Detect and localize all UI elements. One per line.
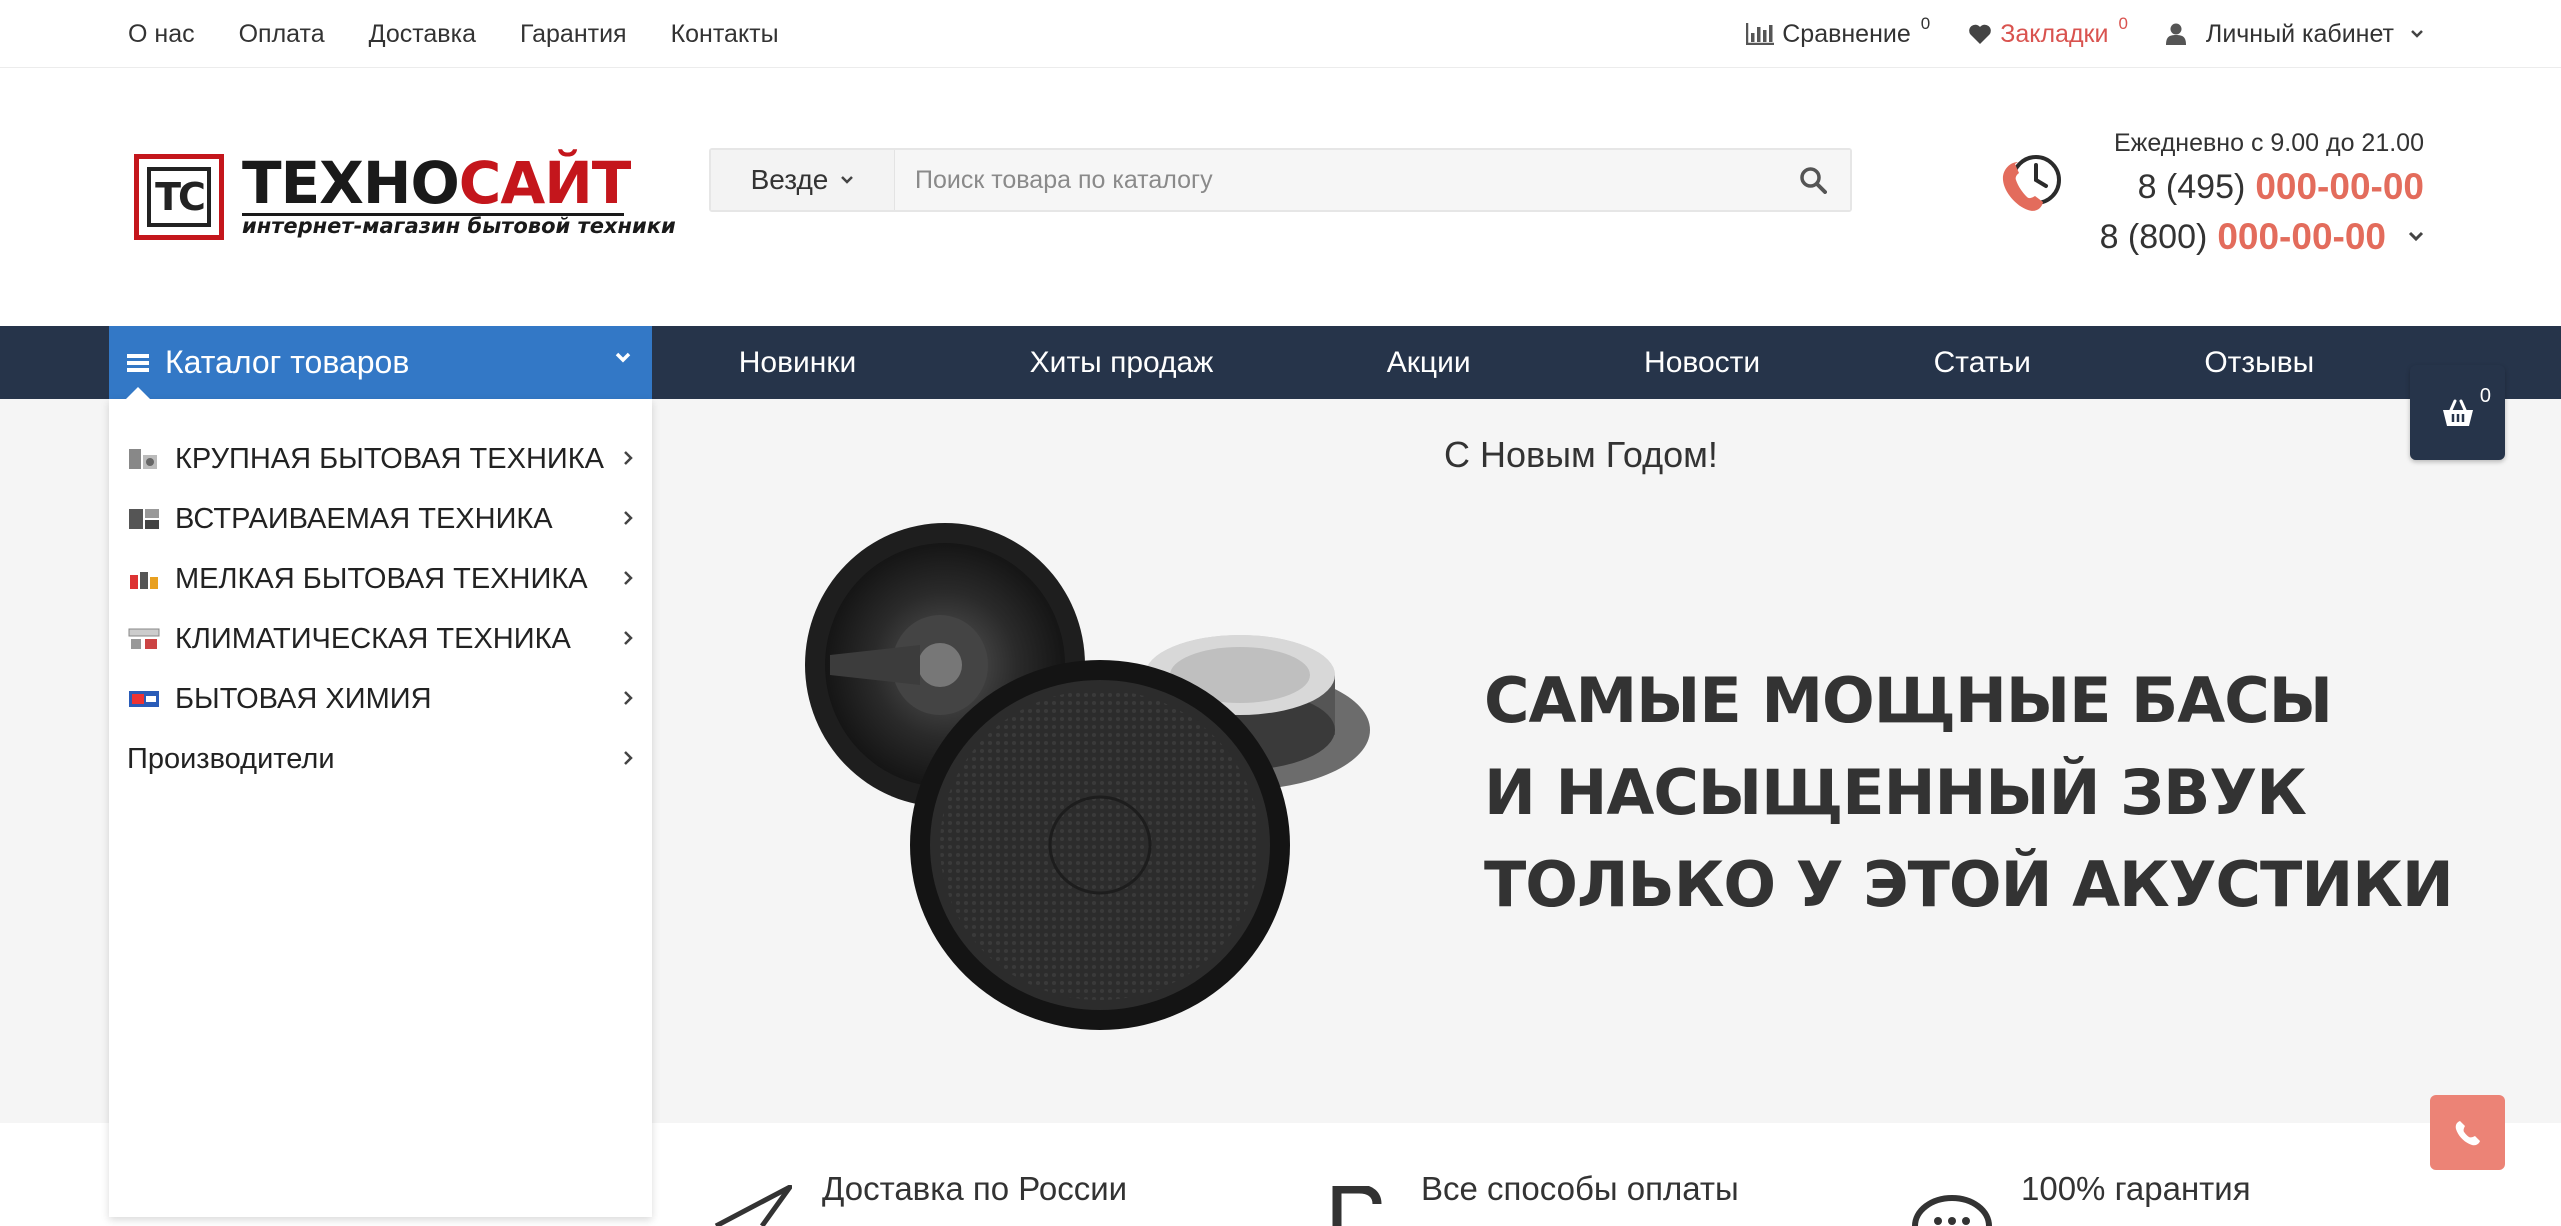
catalog-item-label: Производители [127, 742, 335, 775]
nav-news[interactable]: Новости [1644, 346, 1760, 380]
callback-button[interactable] [2430, 1095, 2505, 1170]
catalog-dropdown-notch [126, 387, 150, 399]
menu-icon [127, 353, 149, 372]
catalog-item-label: МЕЛКАЯ БЫТОВАЯ ТЕХНИКА [175, 562, 588, 595]
nav-reviews[interactable]: Отзывы [2204, 346, 2314, 380]
compare-count: 0 [1920, 14, 1931, 33]
account-label: Личный кабинет [2205, 19, 2394, 48]
catalog-item-large-appliances[interactable]: КРУПНАЯ БЫТОВАЯ ТЕХНИКА [109, 429, 652, 489]
chemicals-thumbnail-icon [129, 691, 159, 707]
hero-line-1: САМЫЕ МОЩНЫЕ БАСЫ [1484, 664, 2333, 737]
nav-promotions[interactable]: Акции [1387, 346, 1471, 380]
feature-payment: Все способы оплаты [1421, 1170, 1739, 1207]
paper-plane-icon [714, 1185, 792, 1226]
feature-delivery: Доставка по России [822, 1170, 1128, 1207]
chevron-down-icon [2411, 30, 2423, 38]
top-links: О нас Оплата Доставка Гарантия Контакты [128, 0, 779, 68]
search-input[interactable] [895, 150, 1776, 210]
hero-line-3: ТОЛЬКО У ЭТОЙ АКУСТИКИ [1484, 848, 2454, 921]
chevron-right-icon [624, 751, 633, 765]
search-button[interactable] [1776, 150, 1850, 210]
logo-mark-text: TC [147, 167, 211, 227]
nav-bestsellers[interactable]: Хиты продаж [1030, 346, 1214, 380]
catalog-label: Каталог товаров [165, 344, 410, 380]
catalog-item-label: КРУПНАЯ БЫТОВАЯ ТЕХНИКА [175, 442, 604, 475]
logo-title-part2: САЙТ [458, 149, 632, 217]
account-link[interactable]: Личный кабинет [2165, 19, 2424, 49]
chevron-down-icon [841, 176, 854, 184]
hero-greeting: С Новым Годом! [1444, 434, 1718, 475]
search-bar: Везде [709, 148, 1852, 212]
phone-1-number: 000-00-00 [2255, 166, 2424, 207]
site-logo[interactable]: TC ТЕХНОСАЙТ интернет-магазин бытовой те… [134, 150, 676, 244]
search-icon [1800, 167, 1827, 194]
logo-title: ТЕХНОСАЙТ [242, 149, 632, 217]
top-link-delivery[interactable]: Доставка [369, 20, 476, 49]
catalog-item-household-chemicals[interactable]: БЫТОВАЯ ХИМИЯ [109, 669, 652, 729]
top-link-warranty[interactable]: Гарантия [520, 20, 627, 49]
contacts-block: Ежедневно с 9.00 до 21.00 8 (495) 000-00-… [2100, 124, 2424, 262]
phone-1[interactable]: 8 (495) 000-00-00 [2100, 162, 2424, 212]
bookmarks-count: 0 [2118, 14, 2128, 33]
phone-1-prefix: 8 (495) [2137, 168, 2246, 206]
heart-icon [1969, 24, 1992, 44]
catalog-item-label: КЛИМАТИЧЕСКАЯ ТЕХНИКА [175, 622, 571, 655]
built-in-thumbnail-icon [129, 509, 159, 529]
speakers-image [805, 523, 1370, 1030]
top-bar: О нас Оплата Доставка Гарантия Контакты … [0, 0, 2561, 68]
top-right-links: Сравнение 0 Закладки 0 Личный кабинет [1746, 0, 2424, 68]
catalog-item-label: БЫТОВАЯ ХИМИЯ [175, 682, 432, 715]
catalog-button[interactable]: Каталог товаров [109, 326, 652, 399]
catalog-dropdown: КРУПНАЯ БЫТОВАЯ ТЕХНИКА ВСТРАИВАЕМАЯ ТЕХ… [109, 399, 652, 1217]
nav-links: Новинки Хиты продаж Акции Новости Статьи… [652, 326, 2401, 399]
working-hours: Ежедневно с 9.00 до 21.00 [2113, 129, 2424, 157]
catalog-item-built-in[interactable]: ВСТРАИВАЕМАЯ ТЕХНИКА [109, 489, 652, 549]
hero-headline: САМЫЕ МОЩНЫЕ БАСЫ И НАСЫЩЕННЫЙ ЗВУК ТОЛЬ… [1484, 655, 2454, 931]
chevron-right-icon [624, 451, 633, 465]
bookmarks-link[interactable]: Закладки 0 [1968, 14, 2128, 49]
compare-label: Сравнение [1782, 19, 1911, 48]
top-link-payment[interactable]: Оплата [239, 20, 325, 49]
catalog-item-climate[interactable]: КЛИМАТИЧЕСКАЯ ТЕХНИКА [109, 609, 652, 669]
catalog-item-small-appliances[interactable]: МЕЛКАЯ БЫТОВАЯ ТЕХНИКА [109, 549, 652, 609]
appliances-thumbnail-icon [129, 449, 157, 469]
logo-subtitle: интернет-магазин бытовой техники [242, 214, 676, 238]
phone-icon [2455, 1120, 2480, 1145]
feature-warranty: 100% гарантия [2021, 1170, 2251, 1207]
climate-thumbnail-icon [128, 628, 160, 649]
top-link-contacts[interactable]: Контакты [671, 20, 779, 49]
logo-mark: TC [134, 154, 224, 240]
chat-icon [1912, 1195, 1992, 1226]
chevron-down-icon[interactable] [2408, 231, 2424, 243]
cart-button[interactable]: 0 [2410, 365, 2505, 460]
chevron-right-icon [624, 571, 633, 585]
nav-new[interactable]: Новинки [739, 346, 857, 380]
search-scope-dropdown[interactable]: Везде [711, 150, 895, 210]
chevron-down-icon [615, 352, 631, 363]
catalog-item-manufacturers[interactable]: Производители [109, 729, 652, 789]
small-appliances-thumbnail-icon [130, 572, 158, 589]
compare-link[interactable]: Сравнение 0 [1746, 14, 1930, 49]
nav-articles[interactable]: Статьи [1934, 346, 2031, 380]
hero-line-2: И НАСЫЩЕННЫЙ ЗВУК [1484, 756, 2307, 829]
phone-2-number: 000-00-00 [2217, 216, 2386, 257]
logo-title-part1: ТЕХНО [242, 149, 460, 217]
cart-count: 0 [2479, 385, 2491, 407]
chevron-right-icon [624, 691, 633, 705]
phone-clock-icon [2002, 155, 2061, 211]
basket-icon [2442, 399, 2473, 426]
chevron-right-icon [624, 511, 633, 525]
search-scope-label: Везде [750, 164, 829, 195]
catalog-item-label: ВСТРАИВАЕМАЯ ТЕХНИКА [175, 502, 553, 535]
user-icon [2165, 23, 2186, 45]
bar-chart-icon [1746, 23, 1775, 45]
phone-2-prefix: 8 (800) [2099, 218, 2208, 256]
bookmarks-label: Закладки [2000, 19, 2109, 48]
phone-2[interactable]: 8 (800) 000-00-00 [2100, 212, 2424, 262]
ruble-icon [1332, 1186, 1382, 1226]
chevron-right-icon [624, 631, 633, 645]
top-link-about[interactable]: О нас [128, 20, 195, 49]
